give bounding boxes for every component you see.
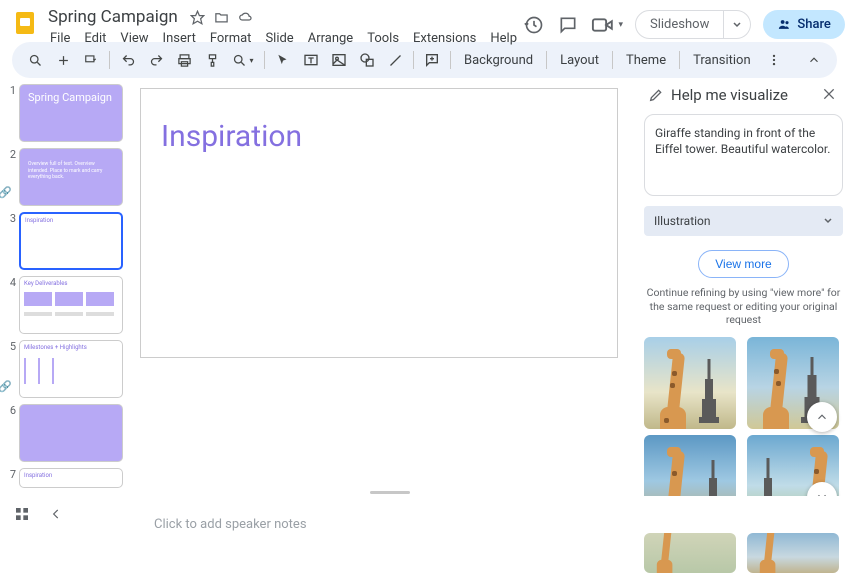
thumb-number: 1 (4, 84, 16, 142)
undo-icon[interactable] (115, 47, 141, 73)
panel-title: Help me visualize (671, 86, 814, 104)
menu-tools[interactable]: Tools (361, 29, 405, 48)
scroll-up-fab[interactable] (807, 402, 837, 432)
new-slide-drop-icon[interactable] (78, 47, 104, 73)
zoom-icon[interactable]: ▾ (227, 47, 259, 73)
star-icon[interactable] (190, 9, 206, 25)
comment-add-icon[interactable] (419, 47, 445, 73)
generated-image-5[interactable] (644, 533, 736, 573)
prev-slide-icon[interactable] (46, 504, 66, 524)
pencil-icon (648, 87, 664, 103)
cloud-status-icon[interactable] (238, 9, 254, 25)
footer-bar: Click to add speaker notes (0, 496, 849, 532)
thumbnail-panel[interactable]: 1 Spring Campaign 2 Overview full of tex… (0, 78, 130, 532)
slideshow-button[interactable]: Slideshow (635, 10, 724, 39)
print-icon[interactable] (171, 47, 197, 73)
menu-view[interactable]: View (114, 29, 154, 48)
menu-edit[interactable]: Edit (78, 29, 112, 48)
move-folder-icon[interactable] (214, 9, 230, 25)
menu-bar: File Edit View Insert Format Slide Arran… (44, 29, 523, 48)
thumbnail-3[interactable]: Inspiration (19, 212, 123, 270)
menu-extensions[interactable]: Extensions (407, 29, 482, 48)
select-icon[interactable] (270, 47, 296, 73)
app-header: Spring Campaign File Edit View Insert Fo… (0, 0, 849, 40)
slide-title[interactable]: Inspiration (161, 119, 597, 154)
thumb-number: 6 (4, 404, 16, 462)
menu-help[interactable]: Help (484, 29, 523, 48)
notes-resize-handle[interactable] (370, 491, 410, 494)
document-title[interactable]: Spring Campaign (44, 6, 182, 28)
thumbnail-6[interactable] (19, 404, 123, 462)
search-icon[interactable] (22, 47, 48, 73)
menu-insert[interactable]: Insert (157, 29, 202, 48)
textbox-icon[interactable] (298, 47, 324, 73)
thumbnail-4[interactable]: Key Deliverables (19, 276, 123, 334)
layout-button[interactable]: Layout (552, 49, 607, 72)
image-icon[interactable] (326, 47, 352, 73)
slideshow-dropdown[interactable] (724, 10, 751, 39)
collapse-toolbar-icon[interactable] (801, 47, 827, 73)
thumb-number: 7 (4, 468, 16, 488)
toolbar: ▾ Background Layout Theme Transition (12, 42, 837, 78)
thumbnail-7[interactable]: Inspiration (19, 468, 123, 488)
menu-arrange[interactable]: Arrange (302, 29, 359, 48)
shape-icon[interactable] (354, 47, 380, 73)
chevron-down-icon (823, 216, 833, 226)
line-icon[interactable] (382, 47, 408, 73)
view-more-button[interactable]: View more (698, 250, 788, 278)
slides-logo-icon (12, 10, 38, 36)
transition-button[interactable]: Transition (685, 49, 759, 72)
redo-icon[interactable] (143, 47, 169, 73)
background-button[interactable]: Background (456, 49, 541, 72)
prompt-input[interactable]: Giraffe standing in front of the Eiffel … (644, 114, 843, 196)
new-slide-icon[interactable] (50, 47, 76, 73)
generated-image-1[interactable] (644, 337, 736, 429)
thumbnail-5[interactable]: Milestones + Highlights (19, 340, 123, 398)
thumb-number: 3 (4, 212, 16, 270)
theme-button[interactable]: Theme (618, 49, 674, 72)
canvas-area: Inspiration (130, 78, 634, 532)
thumbnail-1[interactable]: Spring Campaign (19, 84, 123, 142)
link-indicator-icon: 🔗 (0, 186, 12, 199)
menu-format[interactable]: Format (204, 29, 258, 48)
thumb-number: 4 (4, 276, 16, 334)
menu-file[interactable]: File (44, 29, 76, 48)
style-dropdown[interactable]: Illustration (644, 206, 843, 236)
title-area: Spring Campaign File Edit View Insert Fo… (44, 6, 523, 48)
link-indicator-icon: 🔗 (0, 380, 12, 393)
paint-format-icon[interactable] (199, 47, 225, 73)
share-button[interactable]: Share (763, 10, 845, 39)
slide-canvas[interactable]: Inspiration (140, 88, 618, 358)
grid-view-icon[interactable] (12, 504, 32, 524)
meet-icon[interactable]: ▾ (591, 14, 623, 36)
close-icon[interactable] (821, 86, 839, 104)
speaker-notes[interactable]: Click to add speaker notes (154, 517, 837, 532)
generated-images-grid (644, 337, 843, 573)
history-icon[interactable] (523, 14, 545, 36)
more-icon[interactable] (761, 47, 787, 73)
refine-hint: Continue refining by using "view more" f… (644, 286, 843, 327)
comments-icon[interactable] (557, 14, 579, 36)
help-me-visualize-panel: Help me visualize Giraffe standing in fr… (634, 78, 849, 532)
menu-slide[interactable]: Slide (259, 29, 299, 48)
generated-image-6[interactable] (747, 533, 839, 573)
thumbnail-2[interactable]: Overview full of text. Overview intended… (19, 148, 123, 206)
